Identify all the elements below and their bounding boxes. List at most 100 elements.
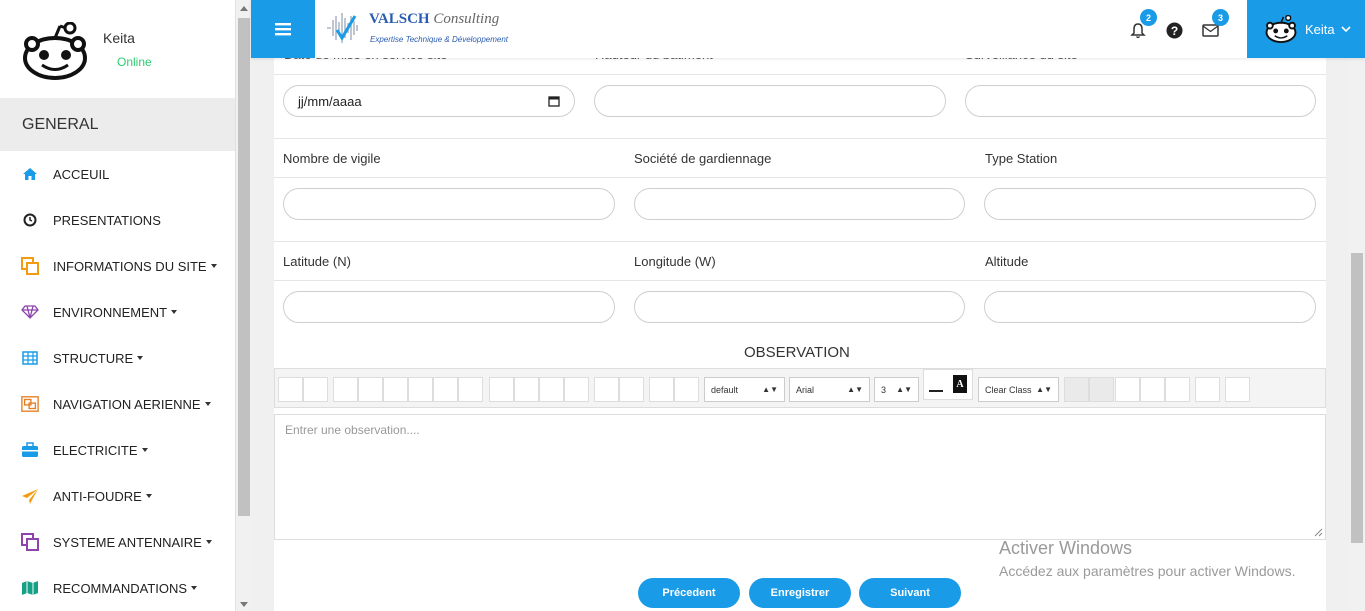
toolbar-button[interactable] — [1165, 377, 1190, 402]
map-icon — [21, 579, 39, 597]
toolbar-button[interactable] — [1115, 377, 1140, 402]
toolbar-button[interactable] — [539, 377, 564, 402]
chevron-down-icon — [1341, 25, 1351, 32]
toolbar-button[interactable] — [489, 377, 514, 402]
toolbar-button[interactable] — [514, 377, 539, 402]
toolbar-button[interactable] — [564, 377, 589, 402]
sidebar-item-electricite[interactable]: ELECTRICITE — [0, 427, 235, 473]
avatar-small-icon — [1265, 15, 1297, 43]
style-select[interactable]: default ▲▼ — [704, 377, 785, 402]
toolbar-button[interactable] — [594, 377, 619, 402]
toolbar-button[interactable] — [1225, 377, 1250, 402]
chevron-down-icon — [204, 402, 211, 406]
field-label-societe-gardiennage: Société de gardiennage — [634, 151, 772, 166]
sidebar-item-presentations[interactable]: PRESENTATIONS — [0, 197, 235, 243]
object-group-icon — [21, 395, 39, 413]
sidebar-item-label: RECOMMANDATIONS — [53, 580, 188, 596]
save-button[interactable]: Enregistrer — [749, 578, 851, 608]
logo-waveform-icon — [327, 13, 358, 43]
toolbar-button[interactable] — [303, 377, 328, 402]
field-label-type-station: Type Station — [985, 151, 1058, 166]
scroll-down-arrow-icon[interactable] — [240, 602, 248, 607]
form-panel: Date de mise en service site Hauteur du … — [274, 47, 1326, 611]
sidebar-item-label: STRUCTURE — [53, 350, 134, 366]
sidebar-item-systeme-antennaire[interactable]: SYSTEME ANTENNAIRE — [0, 519, 235, 565]
field-label-longitude: Longitude (W) — [634, 254, 716, 269]
font-select[interactable]: Arial ▲▼ — [789, 377, 870, 402]
sidebar-item-label: ELECTRICITE — [53, 442, 138, 458]
chevron-down-icon — [205, 540, 212, 544]
page-scrollbar[interactable] — [1349, 58, 1365, 611]
field-label-altitude: Altitude — [985, 254, 1029, 269]
toolbar-button[interactable] — [458, 377, 483, 402]
notifications-button[interactable]: 2 — [1128, 9, 1157, 40]
user-menu-dropdown[interactable]: Keita — [1247, 0, 1365, 58]
menu-toggle-button[interactable] — [251, 0, 315, 58]
calendar-icon[interactable] — [548, 95, 560, 107]
font-size-select[interactable]: 3 ▲▼ — [874, 377, 919, 402]
paper-plane-icon — [21, 487, 39, 505]
editor-toolbar: default ▲▼ Arial ▲▼ 3 ▲▼ A Clear Class ▲▼ — [274, 368, 1326, 408]
sidebar-menu: ACCEUIL PRESENTATIONS INFORMATIONS DU SI… — [0, 151, 235, 611]
sidebar-item-label: NAVIGATION AERIENNE — [53, 396, 201, 412]
page-scrollbar-thumb[interactable] — [1351, 253, 1363, 543]
toolbar-button[interactable] — [649, 377, 674, 402]
sidebar-item-acceuil[interactable]: ACCEUIL — [0, 151, 235, 197]
sidebar-item-label: ENVIRONNEMENT — [53, 304, 168, 320]
sidebar-section-title: GENERAL — [0, 98, 235, 151]
text-color-swatch[interactable] — [929, 390, 943, 392]
messages-badge: 3 — [1212, 9, 1229, 26]
divider — [274, 138, 1326, 139]
font-color-icon[interactable]: A — [953, 375, 967, 393]
resize-handle-icon[interactable] — [1314, 528, 1323, 537]
toolbar-button[interactable] — [333, 377, 358, 402]
sidebar-item-navigation-aerienne[interactable]: NAVIGATION AERIENNE — [0, 381, 235, 427]
clear-class-select[interactable]: Clear Class ▲▼ — [978, 377, 1059, 402]
previous-button[interactable]: Précedent — [638, 578, 740, 608]
toolbar-button[interactable] — [278, 377, 303, 402]
help-button[interactable]: ? — [1164, 20, 1184, 40]
nombre-vigile-input[interactable] — [283, 188, 615, 220]
top-navbar: VALSCH Consulting Expertise Technique & … — [251, 0, 1365, 58]
sidebar-item-environnement[interactable]: ENVIRONNEMENT — [0, 289, 235, 335]
sidebar-scrollbar-thumb[interactable] — [238, 18, 250, 516]
user-status: Online — [117, 55, 152, 69]
hauteur-batiment-input[interactable] — [594, 85, 946, 117]
sidebar-item-anti-foudre[interactable]: ANTI-FOUDRE — [0, 473, 235, 519]
divider — [274, 280, 1326, 281]
toolbar-button[interactable] — [358, 377, 383, 402]
sidebar-item-informations-du-site[interactable]: INFORMATIONS DU SITE — [0, 243, 235, 289]
sidebar-item-label: PRESENTATIONS — [53, 212, 161, 228]
toolbar-button[interactable] — [1140, 377, 1165, 402]
toolbar-button[interactable] — [619, 377, 644, 402]
toolbar-button[interactable] — [433, 377, 458, 402]
altitude-input[interactable] — [984, 291, 1316, 323]
toolbar-button[interactable] — [674, 377, 699, 402]
chevron-down-icon — [210, 264, 217, 268]
longitude-input[interactable] — [634, 291, 965, 323]
divider — [274, 241, 1326, 242]
chevron-down-icon — [137, 356, 144, 360]
toolbar-button[interactable] — [1195, 377, 1220, 402]
toolbar-button[interactable] — [383, 377, 408, 402]
company-logo[interactable]: VALSCH Consulting Expertise Technique & … — [325, 8, 515, 50]
type-station-input[interactable] — [984, 188, 1316, 220]
sidebar-scrollbar[interactable] — [235, 0, 251, 611]
sidebar-item-recommandations[interactable]: RECOMMANDATIONS — [0, 565, 235, 611]
sidebar-item-label: ACCEUIL — [53, 166, 110, 182]
sidebar-item-structure[interactable]: STRUCTURE — [0, 335, 235, 381]
next-button[interactable]: Suivant — [859, 578, 961, 608]
chevron-down-icon — [191, 586, 198, 590]
messages-button[interactable]: 3 — [1200, 9, 1229, 40]
color-picker[interactable]: A — [923, 369, 973, 400]
toolbar-button-disabled — [1064, 377, 1089, 402]
date-mise-en-service-input[interactable]: jj/mm/aaaa — [283, 85, 575, 117]
latitude-input[interactable] — [283, 291, 615, 323]
scroll-up-arrow-icon[interactable] — [240, 6, 248, 11]
chevron-down-icon — [171, 310, 178, 314]
societe-gardiennage-input[interactable] — [634, 188, 965, 220]
surveillance-site-input[interactable] — [965, 85, 1316, 117]
toolbar-button[interactable] — [408, 377, 433, 402]
observation-editor[interactable]: Entrer une observation.... — [274, 414, 1326, 540]
sidebar-item-label: SYSTEME ANTENNAIRE — [53, 534, 202, 550]
